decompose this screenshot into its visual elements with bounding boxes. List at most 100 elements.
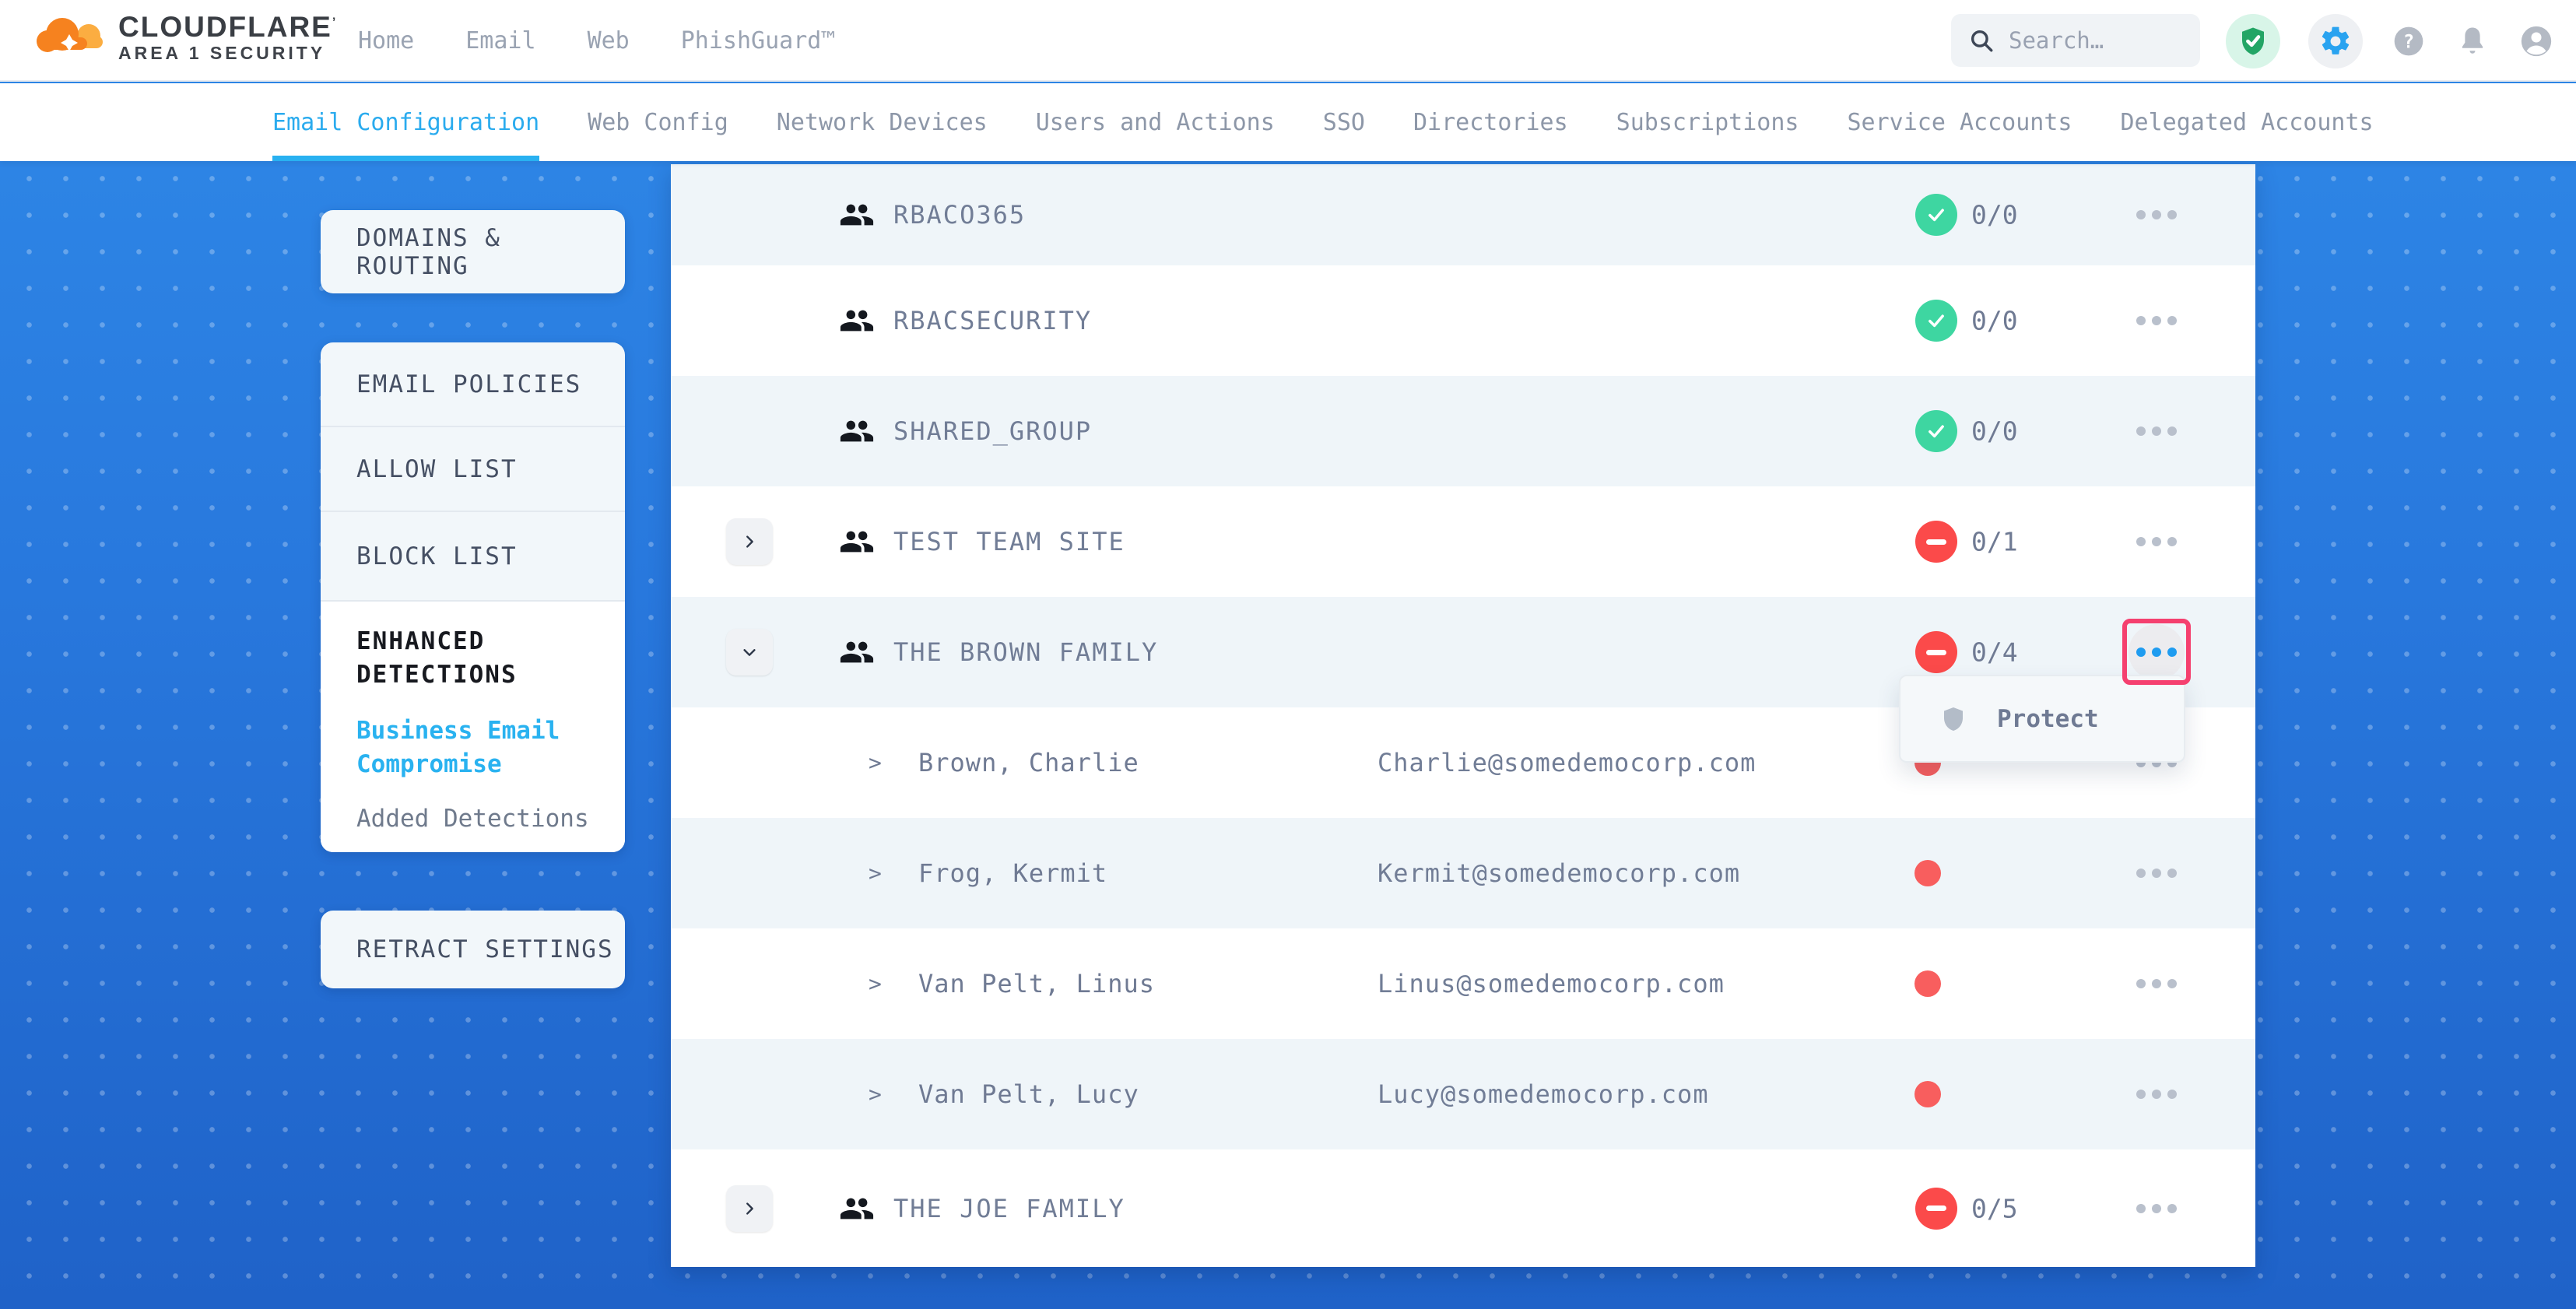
member-email: Charlie@somedemocorp.com (1377, 748, 1756, 777)
sidebar-item-domains-routing[interactable]: DOMAINS & ROUTING (321, 224, 625, 280)
member-email: Linus@somedemocorp.com (1377, 969, 1725, 998)
top-nav-home[interactable]: Home (358, 27, 414, 54)
shield-icon (1939, 705, 1967, 733)
cloudflare-logo: CLOUDFLARE’ AREA 1 SECURITY (33, 6, 337, 70)
search-box[interactable] (1951, 14, 2200, 67)
minus-icon (1926, 650, 1946, 655)
unprotected-badge (1915, 631, 1957, 673)
row-menu-button[interactable] (2129, 187, 2185, 243)
tab-email-configuration[interactable]: Email Configuration (272, 83, 539, 161)
expand-button[interactable] (726, 1185, 773, 1232)
brand-name: CLOUDFLARE’ (118, 12, 337, 43)
tab-subscriptions[interactable]: Subscriptions (1616, 83, 1799, 161)
verified-shield-icon[interactable] (2226, 14, 2280, 68)
search-input[interactable] (2009, 27, 2183, 54)
group-name: THE BROWN FAMILY (893, 637, 1158, 667)
row-menu-button[interactable] (2129, 956, 2185, 1012)
unprotected-dot (1914, 970, 1941, 997)
protected-badge (1915, 410, 1957, 452)
bell-icon[interactable] (2455, 23, 2490, 59)
brand-mark: ’ (332, 16, 337, 30)
sidebar-item-enhanced-detections[interactable]: ENHANCED DETECTIONS (356, 625, 594, 693)
group-icon (839, 524, 875, 560)
sidebar-card-domains[interactable]: DOMAINS & ROUTING (321, 210, 625, 293)
group-icon (839, 1191, 875, 1227)
member-marker: > (869, 861, 882, 886)
member-name: Van Pelt, Linus (918, 969, 1155, 998)
tab-service-accounts[interactable]: Service Accounts (1847, 83, 2072, 161)
sidebar-section-enhanced-detections: ENHANCED DETECTIONS Business Email Compr… (321, 602, 625, 852)
group-name: THE JOE FAMILY (893, 1194, 1125, 1223)
top-nav: Home Email Web PhishGuard™ (358, 0, 835, 82)
config-tab-bar: Email Configuration Web Config Network D… (0, 83, 2576, 161)
member-marker: > (869, 750, 882, 776)
chevron-down-icon (741, 644, 758, 661)
table-row-member-frog-kermit: > Frog, Kermit Kermit@somedemocorp.com (671, 818, 2255, 928)
unprotected-badge (1915, 1188, 1957, 1230)
protected-badge (1915, 194, 1957, 236)
protection-count: 0/4 (1971, 637, 2018, 668)
row-menu-button[interactable] (2129, 293, 2185, 349)
check-icon (1925, 420, 1947, 442)
group-icon (839, 634, 875, 670)
collapse-button[interactable] (726, 629, 773, 676)
gear-icon[interactable] (2308, 14, 2363, 68)
member-marker: > (869, 971, 882, 997)
sidebar-item-added-detections[interactable]: Added Detections (356, 802, 594, 836)
table-row-test-team-site: TEST TEAM SITE 0/1 (671, 486, 2255, 597)
tab-delegated-accounts[interactable]: Delegated Accounts (2120, 83, 2373, 161)
table-row-shared-group: SHARED_GROUP 0/0 (671, 376, 2255, 486)
table-row-the-joe-family: THE JOE FAMILY 0/5 (671, 1149, 2255, 1267)
protection-count: 0/0 (1971, 200, 2018, 230)
table-row-rbaco365: RBACO365 0/0 (671, 164, 2255, 265)
row-menu-button[interactable] (2129, 1181, 2185, 1237)
account-icon[interactable] (2518, 23, 2554, 59)
row-menu-button[interactable] (2129, 514, 2185, 570)
table-row-rbacsecurity: RBACSECURITY 0/0 (671, 265, 2255, 376)
sidebar-item-retract-settings[interactable]: RETRACT SETTINGS (321, 935, 614, 963)
group-name: RBACSECURITY (893, 306, 1092, 335)
groups-table: RBACO365 0/0 RBACSECURITY 0/0 SHARED_GRO… (671, 164, 2255, 1267)
header-icons: ? (2226, 0, 2554, 82)
row-menu-button-active[interactable] (2129, 624, 2185, 680)
group-name: RBACO365 (893, 200, 1026, 230)
search-icon (1968, 27, 1995, 54)
sidebar-card-policies: EMAIL POLICIES ALLOW LIST BLOCK LIST ENH… (321, 342, 625, 852)
row-menu-button[interactable] (2129, 845, 2185, 901)
group-icon (839, 197, 875, 233)
sidebar-item-allow-list[interactable]: ALLOW LIST (321, 427, 625, 512)
row-menu-button[interactable] (2129, 1066, 2185, 1122)
unprotected-badge (1915, 521, 1957, 563)
member-name: Van Pelt, Lucy (918, 1079, 1139, 1109)
check-icon (1925, 310, 1947, 332)
row-menu-button[interactable] (2129, 403, 2185, 459)
row-context-menu: Protect (1899, 675, 2185, 763)
sidebar-item-block-list[interactable]: BLOCK LIST (321, 512, 625, 602)
tab-web-config[interactable]: Web Config (588, 83, 728, 161)
help-icon[interactable]: ? (2391, 23, 2427, 59)
chevron-right-icon (741, 1200, 758, 1217)
tab-network-devices[interactable]: Network Devices (777, 83, 988, 161)
svg-text:?: ? (2403, 30, 2414, 52)
cloudflare-cloud-icon (33, 6, 111, 70)
tab-sso[interactable]: SSO (1323, 83, 1365, 161)
sidebar-item-email-policies[interactable]: EMAIL POLICIES (321, 342, 625, 427)
sidebar-card-retract[interactable]: RETRACT SETTINGS (321, 911, 625, 988)
member-name: Frog, Kermit (918, 858, 1107, 888)
unprotected-dot (1914, 1081, 1941, 1107)
top-nav-phishguard[interactable]: PhishGuard™ (681, 27, 836, 54)
menu-item-protect[interactable]: Protect (1997, 705, 2099, 733)
member-email: Kermit@somedemocorp.com (1377, 858, 1740, 888)
app-header: CLOUDFLARE’ AREA 1 SECURITY Home Email W… (0, 0, 2576, 82)
group-name: SHARED_GROUP (893, 416, 1092, 446)
top-nav-web[interactable]: Web (588, 27, 630, 54)
tab-users-and-actions[interactable]: Users and Actions (1036, 83, 1275, 161)
minus-icon (1926, 1205, 1946, 1211)
sidebar-item-business-email-compromise[interactable]: Business Email Compromise (356, 714, 594, 782)
protection-count: 0/5 (1971, 1193, 2018, 1223)
tab-directories[interactable]: Directories (1413, 83, 1568, 161)
top-nav-email[interactable]: Email (465, 27, 535, 54)
expand-button[interactable] (726, 518, 773, 565)
member-email: Lucy@somedemocorp.com (1377, 1079, 1709, 1109)
group-icon (839, 303, 875, 339)
